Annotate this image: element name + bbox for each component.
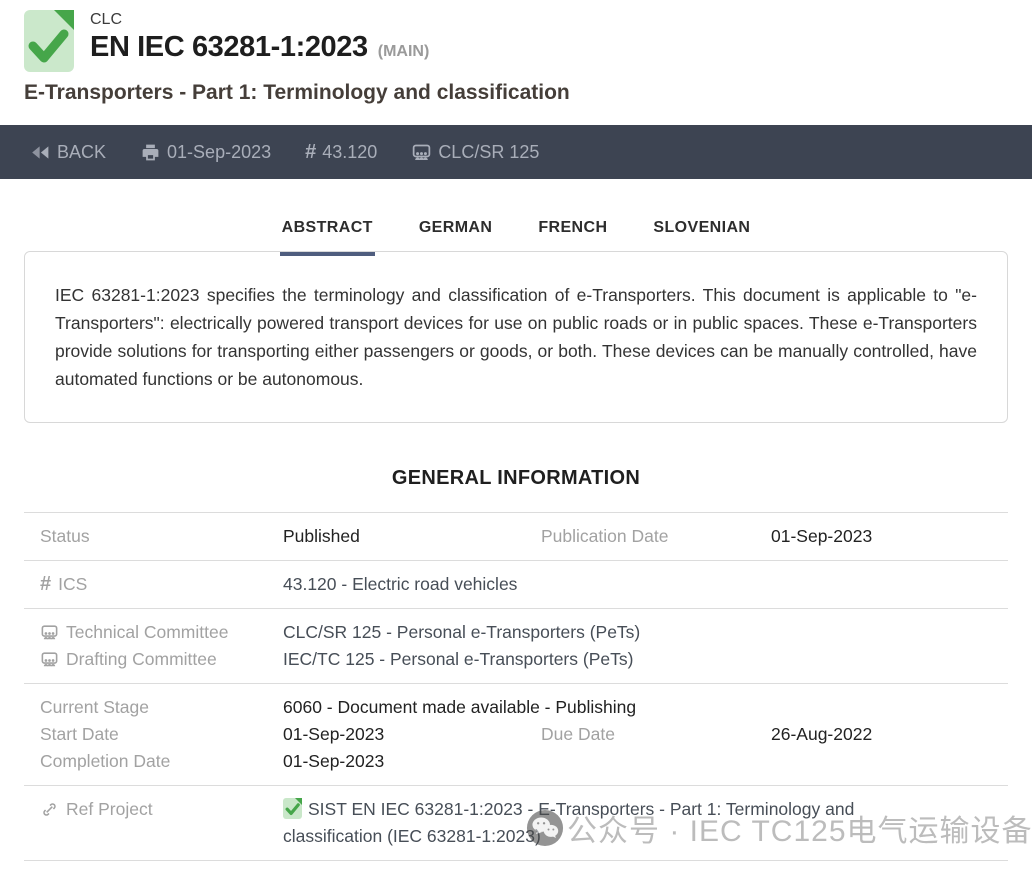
start-date-value: 01-Sep-2023 bbox=[283, 721, 525, 748]
current-stage-label: Current Stage bbox=[24, 694, 283, 721]
toolbar: BACK 01-Sep-2023 # 43.120 CLC/SR 125 bbox=[0, 125, 1032, 179]
toolbar-committee[interactable]: CLC/SR 125 bbox=[411, 142, 539, 163]
checkmark-icon bbox=[284, 802, 301, 817]
current-stage-value: 6060 - Document made available - Publish… bbox=[283, 694, 1008, 721]
ref-project-label: Ref Project bbox=[24, 796, 283, 823]
table-row-ref-project: Ref Project SIST EN IEC 63281-1:2023 - E… bbox=[24, 785, 1008, 860]
standard-variant-badge: (MAIN) bbox=[378, 43, 430, 61]
hash-icon: # bbox=[305, 141, 316, 164]
technical-committee-label: Technical Committee bbox=[24, 619, 283, 646]
toolbar-ics[interactable]: # 43.120 bbox=[305, 141, 377, 164]
publication-date-label: Publication Date bbox=[525, 523, 771, 550]
toolbar-ics-label: 43.120 bbox=[322, 142, 377, 163]
due-date-value: 26-Aug-2022 bbox=[771, 721, 1008, 748]
abstract-panel: IEC 63281-1:2023 specifies the terminolo… bbox=[24, 251, 1008, 423]
language-tabs: ABSTRACT GERMAN FRENCH SLOVENIAN bbox=[0, 205, 1032, 256]
back-label: BACK bbox=[57, 142, 106, 163]
committee-people-icon bbox=[411, 142, 432, 163]
general-information-title: GENERAL INFORMATION bbox=[0, 467, 1032, 490]
ics-label: # ICS bbox=[24, 571, 283, 598]
committee-people-icon bbox=[40, 623, 59, 642]
document-approved-icon bbox=[283, 798, 302, 819]
table-row-stage: Current Stage 6060 - Document made avail… bbox=[24, 683, 1008, 785]
start-date-label: Start Date bbox=[24, 721, 283, 748]
back-button[interactable]: BACK bbox=[30, 142, 106, 163]
printer-icon bbox=[140, 142, 161, 163]
table-row-committees: Technical Committee CLC/SR 125 - Persona… bbox=[24, 608, 1008, 683]
completion-date-value: 01-Sep-2023 bbox=[283, 748, 525, 775]
toolbar-committee-label: CLC/SR 125 bbox=[438, 142, 539, 163]
tab-french[interactable]: FRENCH bbox=[536, 205, 609, 256]
due-date-label: Due Date bbox=[525, 721, 771, 748]
page-header: CLC EN IEC 63281-1:2023 (MAIN) E-Transpo… bbox=[0, 0, 1032, 105]
status-value: Published bbox=[283, 523, 525, 550]
tab-slovenian[interactable]: SLOVENIAN bbox=[651, 205, 752, 256]
committee-people-icon bbox=[40, 650, 59, 669]
general-information-table: Status Published Publication Date 01-Sep… bbox=[24, 512, 1008, 861]
ref-project-value-link[interactable]: SIST EN IEC 63281-1:2023 - E-Transporter… bbox=[283, 796, 908, 850]
standard-title: E-Transporters - Part 1: Terminology and… bbox=[24, 81, 1008, 105]
drafting-committee-value-link[interactable]: IEC/TC 125 - Personal e-Transporters (Pe… bbox=[283, 646, 1008, 673]
abstract-text: IEC 63281-1:2023 specifies the terminolo… bbox=[55, 281, 977, 393]
link-icon bbox=[40, 800, 59, 819]
ics-value-link[interactable]: 43.120 - Electric road vehicles bbox=[283, 571, 1008, 598]
publication-date-value: 01-Sep-2023 bbox=[771, 523, 1008, 550]
toolbar-publication-date[interactable]: 01-Sep-2023 bbox=[140, 142, 271, 163]
checkmark-icon bbox=[25, 26, 71, 68]
table-row-status: Status Published Publication Date 01-Sep… bbox=[24, 512, 1008, 560]
standard-code: EN IEC 63281-1:2023 bbox=[90, 31, 368, 64]
completion-date-label: Completion Date bbox=[24, 748, 283, 775]
hash-icon: # bbox=[40, 571, 51, 598]
ref-project-text: SIST EN IEC 63281-1:2023 - E-Transporter… bbox=[283, 799, 854, 846]
technical-committee-value-link[interactable]: CLC/SR 125 - Personal e-Transporters (Pe… bbox=[283, 619, 1008, 646]
document-approved-icon bbox=[24, 10, 74, 72]
drafting-committee-label: Drafting Committee bbox=[24, 646, 283, 673]
status-label: Status bbox=[24, 523, 283, 550]
rewind-icon bbox=[30, 142, 51, 163]
table-row-ics: # ICS 43.120 - Electric road vehicles bbox=[24, 560, 1008, 608]
organization-label: CLC bbox=[90, 11, 429, 29]
toolbar-date-label: 01-Sep-2023 bbox=[167, 142, 271, 163]
tab-german[interactable]: GERMAN bbox=[417, 205, 495, 256]
tab-abstract[interactable]: ABSTRACT bbox=[280, 205, 375, 256]
